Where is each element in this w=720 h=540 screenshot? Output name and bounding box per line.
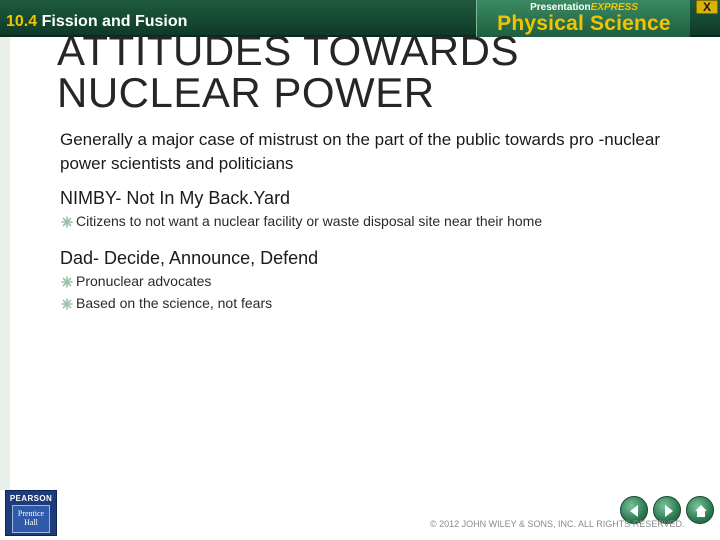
section-heading-nimby: NIMBY- Not In My Back.Yard	[60, 188, 291, 208]
list-item: Based on the science, not fears	[60, 292, 700, 314]
bullet-icon	[61, 215, 73, 228]
bullet-text: Citizens to not want a nuclear facility …	[76, 213, 543, 229]
home-button[interactable]	[686, 496, 714, 524]
slide-content: Generally a major case of mistrust on th…	[60, 128, 700, 314]
home-icon	[695, 505, 707, 517]
publisher-name: PEARSON	[9, 494, 53, 503]
left-arrow-icon	[630, 505, 638, 517]
slide-title: ATTITUDES TOWARDS NUCLEAR POWER	[57, 30, 697, 114]
imprint-line-2: Hall	[24, 518, 38, 527]
bullet-icon	[61, 297, 73, 310]
slide-title-line-2: NUCLEAR POWER	[57, 69, 435, 116]
imprint-logo: Prentice Hall	[12, 505, 50, 533]
copyright-notice: © 2012 JOHN WILEY & SONS, INC. ALL RIGHT…	[430, 519, 685, 529]
section-heading-dad: Dad- Decide, Announce, Defend	[60, 248, 319, 268]
list-item: Citizens to not want a nuclear facility …	[60, 210, 700, 232]
intro-paragraph: Generally a major case of mistrust on th…	[60, 130, 661, 173]
left-strip	[0, 37, 10, 540]
publisher-logo: PEARSON Prentice Hall	[5, 490, 57, 536]
slide-title-line-1: ATTITUDES TOWARDS	[57, 27, 519, 74]
imprint-line-1: Prentice	[17, 509, 45, 518]
bottom-bar	[0, 490, 720, 540]
right-arrow-icon	[665, 505, 673, 517]
bullet-text: Pronuclear advocates	[76, 273, 212, 289]
list-item: Pronuclear advocates	[60, 270, 700, 292]
bullet-icon	[61, 275, 73, 288]
section-number: 10.4	[6, 13, 38, 30]
close-button[interactable]: X	[696, 0, 718, 14]
bullet-text: Based on the science, not fears	[76, 295, 273, 311]
